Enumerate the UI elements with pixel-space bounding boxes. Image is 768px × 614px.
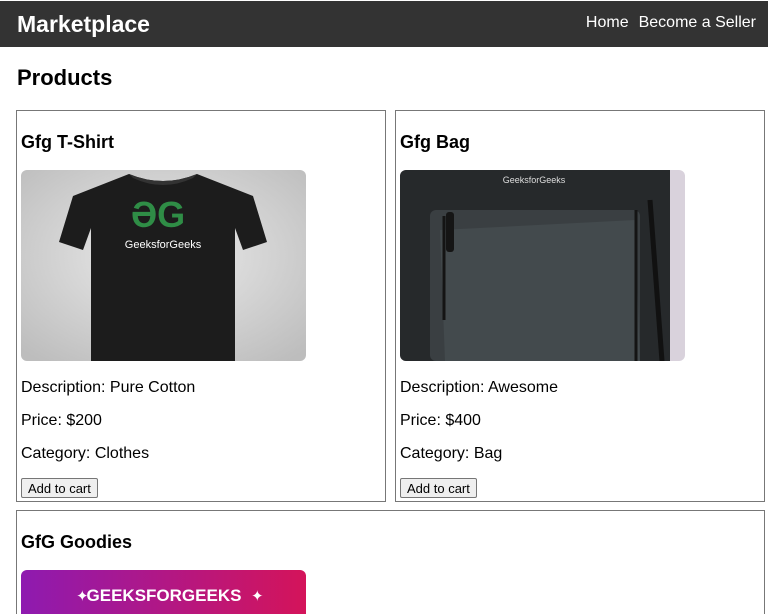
top-navbar: Marketplace Home Become a Seller	[0, 1, 768, 47]
svg-text:ƏG: ƏG	[131, 194, 185, 235]
page-title: Products	[17, 65, 113, 90]
product-price: Price: $400	[400, 412, 481, 429]
nav-home-link[interactable]: Home	[586, 14, 629, 32]
goodies-banner-text: GEEKSFORGEEKS	[87, 586, 242, 605]
svg-text:✦: ✦	[251, 588, 264, 605]
add-to-cart-button[interactable]: Add to cart	[21, 478, 98, 498]
product-title: Gfg T-Shirt	[21, 132, 114, 152]
bag-logo-text: GeeksforGeeks	[503, 175, 566, 185]
goodies-image: ✦ ✦ GEEKSFORGEEKS	[21, 570, 306, 614]
product-title: Gfg Bag	[400, 132, 470, 152]
product-card-bag: Gfg Bag GeeksforGeeks Description: Aweso…	[395, 110, 765, 502]
product-title: GfG Goodies	[21, 532, 133, 552]
product-category: Category: Clothes	[21, 445, 150, 462]
product-card-tshirt: Gfg T-Shirt ƏG GeeksforGeeks Description…	[16, 110, 386, 502]
product-description: Description: Pure Cotton	[21, 379, 196, 396]
bag-image: GeeksforGeeks	[400, 170, 685, 361]
product-description: Description: Awesome	[400, 379, 558, 396]
brand-link[interactable]: Marketplace	[17, 11, 150, 38]
product-category: Category: Bag	[400, 445, 503, 462]
add-to-cart-button[interactable]: Add to cart	[400, 478, 477, 498]
product-price: Price: $200	[21, 412, 102, 429]
nav-links: Home Become a Seller	[586, 14, 756, 32]
tshirt-logo-text: GeeksforGeeks	[125, 239, 202, 251]
tshirt-image: ƏG GeeksforGeeks	[21, 170, 306, 361]
nav-become-seller-link[interactable]: Become a Seller	[639, 14, 756, 32]
product-card-goodies: GfG Goodies ✦ ✦ GEEKSFORGEEKS	[16, 510, 765, 614]
